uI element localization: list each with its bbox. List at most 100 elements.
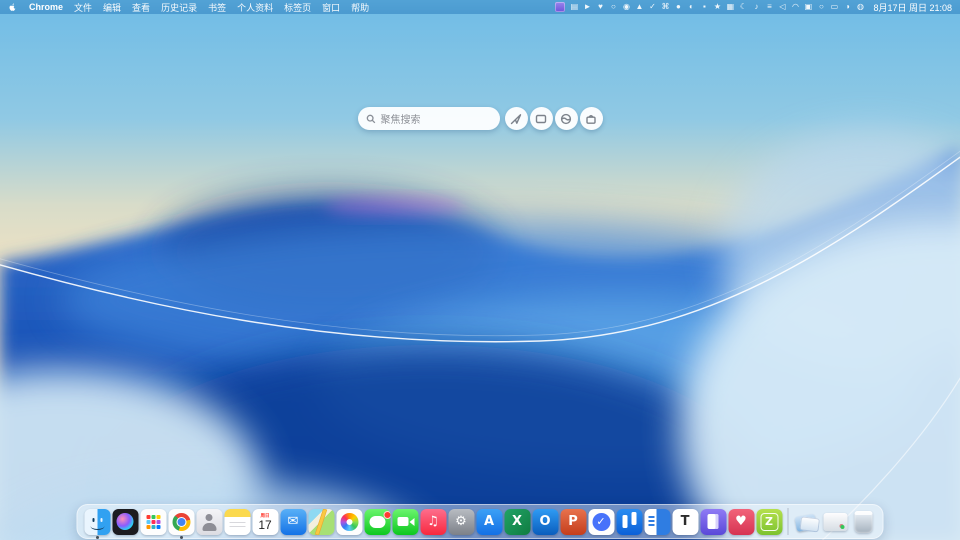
contacts-icon [196, 508, 222, 535]
square-icon[interactable]: ▪ [700, 3, 708, 11]
dock-item-photos[interactable] [336, 504, 363, 539]
desktop-wallpaper [0, 0, 960, 540]
window-button[interactable] [529, 107, 553, 130]
green-z-app-icon: Z [756, 508, 782, 535]
bag-button[interactable] [579, 107, 603, 130]
dock-item-music[interactable]: ♫ [420, 504, 447, 539]
dock-item-minimized-window[interactable] [822, 504, 849, 539]
dock-item-messages[interactable] [364, 504, 391, 539]
stats-icon[interactable]: ▤ [570, 3, 579, 11]
menu-bar-clock[interactable]: 8月17日 周日 21:08 [873, 1, 952, 14]
theme-button[interactable] [554, 107, 578, 130]
menu-item-7[interactable]: 标签页 [284, 1, 311, 14]
dock-item-todo-check[interactable]: ✓ [588, 504, 615, 539]
dock-item-excel[interactable]: X [504, 504, 531, 539]
dock-item-typora[interactable]: T [672, 504, 699, 539]
circle-icon[interactable]: ○ [609, 3, 617, 11]
dock-item-calendar[interactable]: 周日 17 [252, 504, 279, 539]
mail-icon: ✉ [280, 508, 306, 535]
menu-item-5[interactable]: 书签 [208, 1, 226, 14]
calendar-icon: 周日 17 [252, 508, 278, 535]
heart-icon[interactable]: ♥ [596, 3, 604, 11]
music-icon[interactable]: ♪ [752, 3, 760, 11]
music-glyph: ♫ [427, 514, 439, 529]
menu-item-2[interactable]: 编辑 [103, 1, 121, 14]
dock-divider [787, 508, 789, 535]
system-settings-icon: ⚙ [448, 508, 474, 535]
minimized-window-icon [823, 512, 847, 531]
dock-item-trash[interactable] [850, 504, 877, 539]
spotlight-bar: 聚焦搜索 [0, 107, 960, 130]
menu-item-4[interactable]: 历史记录 [161, 1, 197, 14]
dock-item-launchpad[interactable] [140, 504, 167, 539]
apple-icon [9, 3, 16, 11]
menu-item-3[interactable]: 查看 [132, 1, 150, 14]
paper-plane-button[interactable] [504, 107, 528, 130]
powerpoint-glyph: P [568, 514, 578, 529]
menu-lines-icon[interactable]: ≡ [765, 3, 773, 11]
dock-item-mail[interactable]: ✉ [280, 504, 307, 539]
menu-item-8[interactable]: 窗口 [322, 1, 340, 14]
typora-icon: T [672, 508, 698, 535]
moon-icon[interactable]: ☾ [739, 3, 747, 11]
chrome-icon [168, 508, 194, 535]
contrast-icon[interactable]: ◐ [687, 3, 695, 11]
menu-item-9[interactable]: 帮助 [351, 1, 369, 14]
running-indicator [179, 536, 183, 539]
search-input[interactable]: 聚焦搜索 [357, 107, 500, 130]
dock-item-system-settings[interactable]: ⚙ [448, 504, 475, 539]
up-arrow-icon[interactable]: ▲ [635, 3, 643, 11]
outlook-glyph: O [539, 514, 551, 529]
dock-item-maps[interactable] [308, 504, 335, 539]
maps-icon [308, 508, 334, 535]
input-source-badge-icon[interactable] [555, 2, 566, 12]
dock-item-chrome[interactable] [168, 504, 195, 539]
dock-item-blue-document-app[interactable] [644, 504, 671, 539]
dock-item-app-store[interactable]: A [476, 504, 503, 539]
messages-icon [364, 508, 390, 535]
dock-item-green-z-app[interactable]: Z [756, 504, 783, 539]
dock-item-red-heart-app[interactable]: ♥ [728, 504, 755, 539]
wifi-icon[interactable]: ◠ [791, 3, 799, 11]
check-icon[interactable]: ✓ [648, 3, 656, 11]
dock-item-outlook[interactable]: O [532, 504, 559, 539]
dock-item-siri[interactable] [112, 504, 139, 539]
running-indicator [95, 536, 99, 539]
siri-icon[interactable]: ◍ [856, 3, 864, 11]
record-icon[interactable]: ◉ [622, 3, 630, 11]
dock-item-powerpoint[interactable]: P [560, 504, 587, 539]
dock-item-facetime[interactable] [392, 504, 419, 539]
dot-icon[interactable]: ● [674, 3, 682, 11]
grid-icon[interactable]: ▦ [726, 3, 735, 11]
control-center-icon[interactable]: ◑ [843, 3, 851, 11]
excel-icon: X [504, 508, 530, 535]
play-icon[interactable]: ► [583, 3, 591, 11]
bag-icon [585, 113, 597, 125]
volume-icon[interactable]: ◁ [778, 3, 786, 11]
dock-item-finder[interactable] [84, 504, 111, 539]
todo-check-icon: ✓ [588, 508, 614, 535]
apple-menu[interactable] [8, 2, 18, 13]
downloads-stack-icon [794, 509, 820, 535]
notes-icon [224, 508, 250, 535]
dock-item-contacts[interactable] [196, 504, 223, 539]
app-menu-name[interactable]: Chrome [29, 2, 63, 12]
dock-item-purple-book-app[interactable] [700, 504, 727, 539]
trello-icon [616, 508, 642, 535]
menu-item-1[interactable]: 文件 [74, 1, 92, 14]
blue-document-app-icon [644, 508, 670, 535]
menu-item-6[interactable]: 个人资料 [237, 1, 273, 14]
red-heart-app-glyph: ♥ [735, 514, 747, 529]
search-icon[interactable]: ○ [817, 3, 825, 11]
display-mirroring-icon[interactable]: ▣ [804, 3, 813, 11]
dock-item-trello[interactable] [616, 504, 643, 539]
calendar-day: 17 [258, 517, 272, 532]
dock-item-downloads-stack[interactable] [794, 504, 821, 539]
search-icon [366, 114, 375, 123]
finder-icon [84, 508, 110, 535]
facetime-icon [392, 508, 418, 535]
battery-icon[interactable]: ▭ [830, 3, 839, 11]
star-icon[interactable]: ★ [713, 3, 721, 11]
command-icon[interactable]: ⌘ [661, 3, 669, 11]
dock-item-notes[interactable] [224, 504, 251, 539]
